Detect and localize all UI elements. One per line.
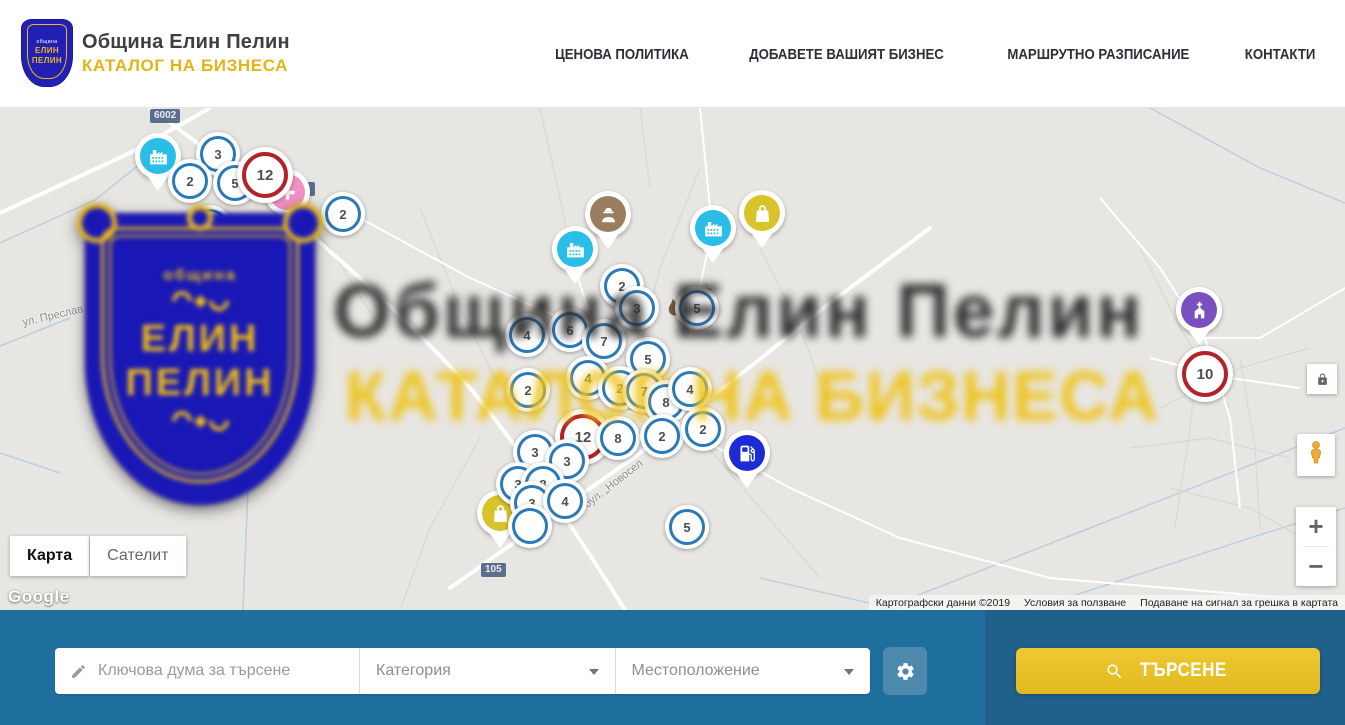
cluster-count: 12 xyxy=(257,167,274,184)
cluster-count: 7 xyxy=(600,334,607,349)
cluster-count: 2 xyxy=(658,429,665,444)
cluster-count: 3 xyxy=(633,301,640,316)
nav-contacts[interactable]: КОНТАКТИ xyxy=(1245,46,1316,63)
cluster-marker[interactable] xyxy=(188,205,232,249)
page: община ЕЛИН ПЕЛИН Община Елин Пелин КАТА… xyxy=(0,0,1345,725)
cluster-count: 5 xyxy=(644,352,651,367)
attribution-report-link[interactable]: Подаване на сигнал за грешка в картата xyxy=(1133,597,1345,609)
cluster-marker[interactable]: 10 xyxy=(1177,346,1233,402)
cluster-marker[interactable]: 12 xyxy=(237,147,293,203)
map-type-satellite-button[interactable]: Сателит xyxy=(90,536,185,576)
location-select-value: Местоположение xyxy=(632,662,760,680)
search-button-label: ТЪРСЕНЕ xyxy=(1140,660,1227,682)
cluster-count: 2 xyxy=(339,207,346,222)
cluster-ring xyxy=(192,209,228,245)
map-canvas[interactable]: ул. Преславбул. „Новоселци“ 6002105 3251… xyxy=(0,108,1345,610)
chevron-down-icon xyxy=(844,669,854,680)
google-logo[interactable]: Google xyxy=(8,587,70,607)
nav-pricing[interactable]: ЦЕНОВА ПОЛИТИКА xyxy=(555,46,689,63)
pegman-icon xyxy=(1304,440,1328,470)
map-attribution: Картографски данни ©2019 Условия за полз… xyxy=(869,595,1345,610)
attribution-terms-link[interactable]: Условия за ползване xyxy=(1017,597,1133,609)
cluster-count: 3 xyxy=(214,147,221,162)
cluster-marker[interactable]: 4 xyxy=(668,367,712,411)
cluster-count: 4 xyxy=(523,328,530,343)
nav-add-business[interactable]: ДОБАВЕТЕ ВАШИЯТ БИЗНЕС xyxy=(749,46,944,63)
category-select[interactable]: Категория xyxy=(360,648,615,694)
zoom-control: + − xyxy=(1296,507,1336,586)
cluster-ring xyxy=(512,508,548,544)
cluster-marker[interactable]: 3 xyxy=(615,286,659,330)
zoom-out-button[interactable]: − xyxy=(1296,547,1336,586)
cluster-marker[interactable]: 2 xyxy=(506,368,550,412)
cluster-count: 2 xyxy=(524,383,531,398)
cluster-count: 2 xyxy=(186,174,193,189)
cluster-count: 4 xyxy=(561,494,568,509)
cluster-count: 10 xyxy=(1197,366,1214,383)
search-button[interactable]: ТЪРСЕНЕ xyxy=(1016,648,1320,694)
main-nav: ЦЕНОВА ПОЛИТИКА ДОБАВЕТЕ ВАШИЯТ БИЗНЕС М… xyxy=(546,0,1320,108)
municipality-crest-icon: община ЕЛИН ПЕЛИН xyxy=(22,20,72,86)
attribution-copyright: Картографски данни ©2019 xyxy=(869,597,1017,609)
cluster-count: 8 xyxy=(614,431,621,446)
crest-line2: ПЕЛИН xyxy=(32,56,62,65)
search-icon xyxy=(1105,662,1124,681)
search-bar: Категория Местоположение ТЪРСЕНЕ xyxy=(0,610,1345,725)
lock-icon xyxy=(1316,373,1329,386)
crest-line1: ЕЛИН xyxy=(35,46,59,55)
map-type-control: Карта Сателит xyxy=(10,536,186,576)
pencil-icon xyxy=(70,663,87,680)
chevron-down-icon xyxy=(589,669,599,680)
cluster-marker[interactable]: 2 xyxy=(168,159,212,203)
keyword-input[interactable] xyxy=(98,662,359,680)
crest-top-label: община xyxy=(36,39,57,45)
cluster-count: 4 xyxy=(686,382,693,397)
lock-button[interactable] xyxy=(1307,364,1337,394)
search-box: Категория Местоположение xyxy=(55,648,870,694)
cluster-marker[interactable]: 4 xyxy=(505,313,549,357)
location-select[interactable]: Местоположение xyxy=(616,648,871,694)
cluster-marker[interactable]: 2 xyxy=(640,414,684,458)
site-logo[interactable]: община ЕЛИН ПЕЛИН Община Елин Пелин КАТА… xyxy=(22,20,290,86)
cluster-marker[interactable]: 8 xyxy=(596,416,640,460)
cluster-marker[interactable]: 5 xyxy=(675,286,719,330)
gear-icon xyxy=(895,661,916,682)
keyword-segment xyxy=(55,648,359,694)
cluster-count: 3 xyxy=(563,454,570,469)
advanced-settings-button[interactable] xyxy=(883,647,927,695)
header: община ЕЛИН ПЕЛИН Община Елин Пелин КАТА… xyxy=(0,0,1345,108)
street-view-pegman[interactable] xyxy=(1297,434,1335,476)
nav-route-schedule[interactable]: МАРШРУТНО РАЗПИСАНИЕ xyxy=(1007,46,1189,63)
cluster-marker[interactable]: 2 xyxy=(321,192,365,236)
cluster-count: 6 xyxy=(566,323,573,338)
cluster-count: 5 xyxy=(683,520,690,535)
site-subtitle: КАТАЛОГ НА БИЗНЕСА xyxy=(82,56,290,76)
map-type-map-button[interactable]: Карта xyxy=(10,536,89,576)
category-select-value: Категория xyxy=(376,662,451,680)
zoom-in-button[interactable]: + xyxy=(1296,507,1336,546)
cluster-count: 2 xyxy=(699,422,706,437)
cluster-count: 3 xyxy=(531,445,538,460)
cluster-marker[interactable]: 2 xyxy=(681,407,725,451)
site-title: Община Елин Пелин xyxy=(82,31,290,54)
cluster-count: 5 xyxy=(693,301,700,316)
cluster-markers-layer: 325122235647542278412822333834510 xyxy=(0,108,1345,610)
cluster-marker[interactable]: 5 xyxy=(665,505,709,549)
cluster-count: 4 xyxy=(584,371,591,386)
cluster-marker[interactable] xyxy=(508,504,552,548)
